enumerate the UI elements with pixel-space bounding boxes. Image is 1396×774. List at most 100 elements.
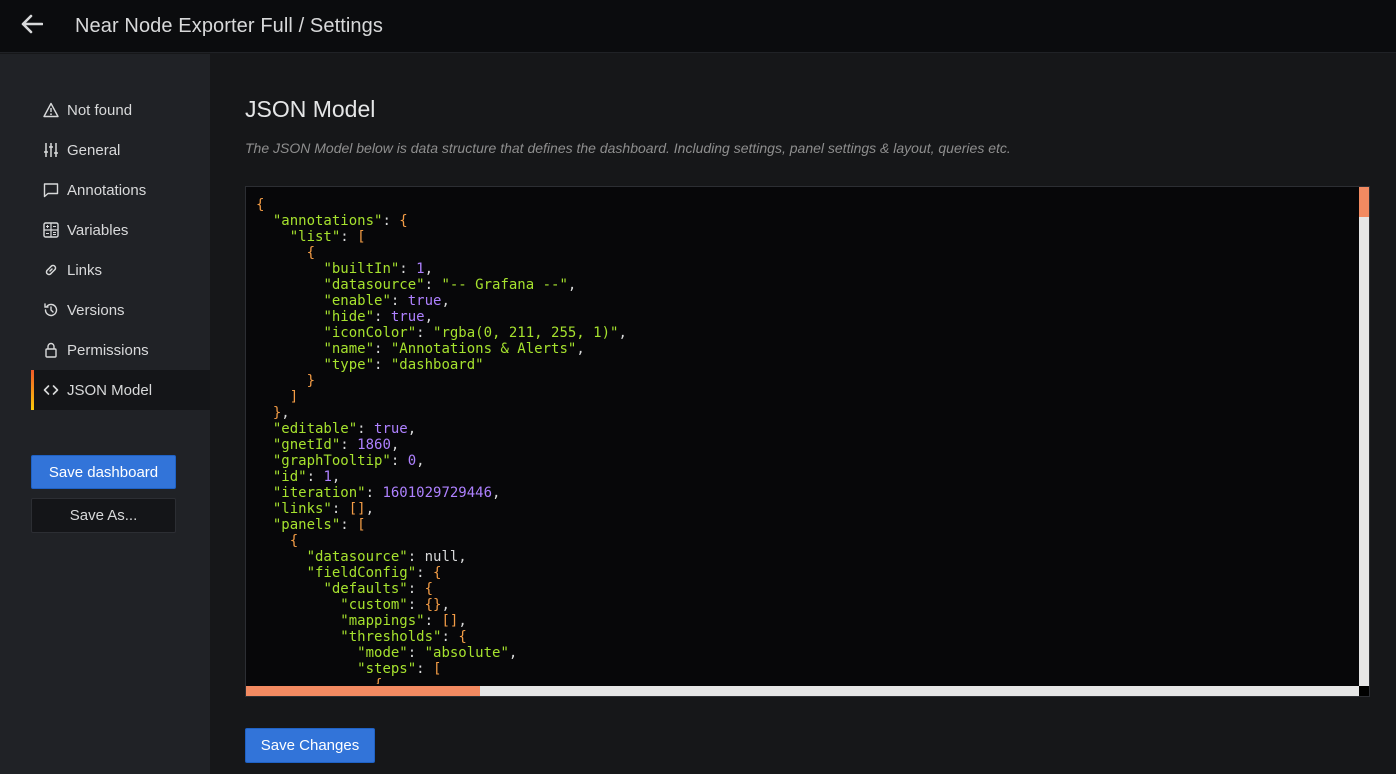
code-token: "fieldConfig" bbox=[306, 565, 417, 581]
horizontal-scrollbar-thumb[interactable] bbox=[246, 686, 480, 696]
code-token: "mode" bbox=[357, 645, 408, 661]
code-token: : bbox=[390, 453, 408, 469]
code-token: "iconColor" bbox=[323, 325, 417, 341]
code-line: "defaults": { bbox=[256, 581, 1357, 597]
sidebar-item-label: Variables bbox=[67, 221, 129, 239]
comment-icon bbox=[42, 181, 60, 199]
code-token: "-- Grafana --" bbox=[441, 277, 568, 293]
sidebar-item-label: Versions bbox=[67, 301, 125, 319]
code-token: : bbox=[382, 213, 400, 229]
code-token: , bbox=[492, 485, 501, 501]
sidebar-item-links[interactable]: Links bbox=[31, 250, 210, 290]
sidebar-item-annotations[interactable]: Annotations bbox=[31, 170, 210, 210]
code-line: "id": 1, bbox=[256, 469, 1357, 485]
code-token: "dashboard" bbox=[390, 357, 484, 373]
code-line: "mappings": [], bbox=[256, 613, 1357, 629]
code-token: {} bbox=[424, 597, 442, 613]
code-token: : bbox=[374, 309, 391, 325]
code-line: "datasource": "-- Grafana --", bbox=[256, 277, 1357, 293]
sidebar-item-not-found[interactable]: Not found bbox=[31, 90, 210, 130]
sidebar-item-json-model[interactable]: JSON Model bbox=[31, 370, 210, 410]
code-token: , bbox=[281, 405, 290, 421]
code-token: } bbox=[306, 373, 316, 389]
code-token: 1601029729446 bbox=[382, 485, 493, 501]
vertical-scrollbar[interactable] bbox=[1359, 187, 1369, 687]
sidebar-item-label: Permissions bbox=[67, 341, 149, 359]
link-icon bbox=[42, 261, 60, 279]
code-line: "links": [], bbox=[256, 501, 1357, 517]
code-line: { bbox=[256, 197, 1357, 213]
code-token: , bbox=[390, 437, 400, 453]
save-changes-button[interactable]: Save Changes bbox=[245, 728, 375, 763]
code-line: "panels": [ bbox=[256, 517, 1357, 533]
code-token: : bbox=[365, 485, 383, 501]
code-token: 1860 bbox=[357, 437, 391, 453]
code-line: { bbox=[256, 533, 1357, 549]
code-token: { bbox=[399, 213, 408, 229]
settings-nav: Not found General Annotations Variables … bbox=[31, 90, 210, 410]
vertical-scrollbar-thumb[interactable] bbox=[1359, 187, 1369, 217]
horizontal-scrollbar[interactable] bbox=[246, 686, 1359, 696]
code-line: { bbox=[256, 245, 1357, 261]
sidebar-item-permissions[interactable]: Permissions bbox=[31, 330, 210, 370]
code-line: "iteration": 1601029729446, bbox=[256, 485, 1357, 501]
code-token: { bbox=[458, 629, 467, 645]
sidebar-item-variables[interactable]: Variables bbox=[31, 210, 210, 250]
code-token: : bbox=[407, 597, 425, 613]
code-line: "thresholds": { bbox=[256, 629, 1357, 645]
code-line: "gnetId": 1860, bbox=[256, 437, 1357, 453]
code-token: , bbox=[618, 325, 627, 341]
sidebar-item-versions[interactable]: Versions bbox=[31, 290, 210, 330]
section-description: The JSON Model below is data structure t… bbox=[245, 140, 1011, 156]
sidebar-item-general[interactable]: General bbox=[31, 130, 210, 170]
code-token: "id" bbox=[272, 469, 307, 485]
code-content[interactable]: { "annotations": { "list": [ { "builtIn"… bbox=[256, 197, 1357, 684]
code-line: "fieldConfig": { bbox=[256, 565, 1357, 581]
code-token: "defaults" bbox=[323, 581, 408, 597]
code-token: , bbox=[424, 261, 434, 277]
code-token: , bbox=[365, 501, 375, 517]
code-token: 1 bbox=[323, 469, 332, 485]
code-token: "editable" bbox=[272, 421, 358, 437]
code-token: [ bbox=[357, 229, 366, 245]
arrow-left-icon bbox=[21, 14, 44, 39]
code-token: "annotations" bbox=[272, 213, 383, 229]
code-line: "type": "dashboard" bbox=[256, 357, 1357, 373]
json-code-editor[interactable]: { "annotations": { "list": [ { "builtIn"… bbox=[245, 186, 1370, 697]
code-token: , bbox=[441, 597, 450, 613]
code-line: "name": "Annotations & Alerts", bbox=[256, 341, 1357, 357]
sliders-icon bbox=[42, 141, 60, 159]
code-token: true bbox=[407, 293, 442, 309]
code-token: , bbox=[441, 293, 450, 309]
code-token: : bbox=[340, 437, 358, 453]
code-token: true bbox=[374, 421, 408, 437]
save-as-button[interactable]: Save As... bbox=[31, 498, 176, 533]
code-token: ] bbox=[289, 389, 299, 405]
code-token: "graphTooltip" bbox=[272, 453, 391, 469]
code-token: [ bbox=[357, 517, 366, 533]
back-button[interactable] bbox=[0, 0, 64, 53]
sidebar-item-label: Links bbox=[67, 261, 103, 279]
save-dashboard-button[interactable]: Save dashboard bbox=[31, 455, 176, 489]
code-token: : bbox=[374, 341, 391, 357]
code-token: : bbox=[357, 421, 375, 437]
code-token: "builtIn" bbox=[323, 261, 400, 277]
code-token: , bbox=[407, 421, 417, 437]
sidebar-item-label: Annotations bbox=[67, 181, 147, 199]
code-token: : bbox=[331, 501, 349, 517]
